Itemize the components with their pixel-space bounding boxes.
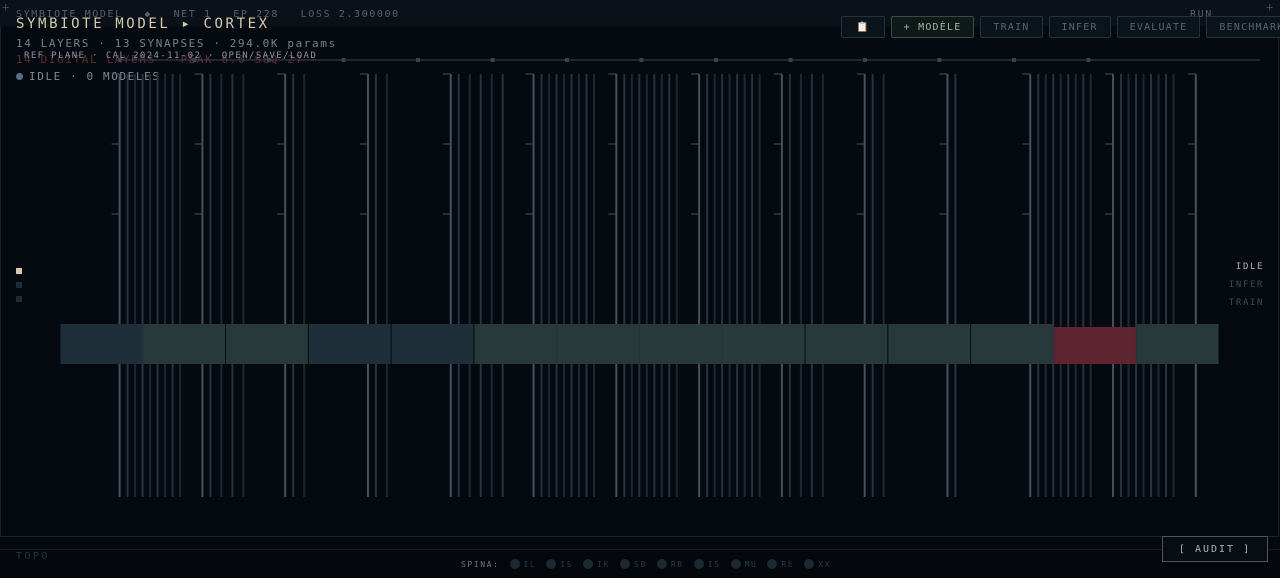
spine-segment-label: IS (707, 559, 721, 569)
spine-indicator: SPINA: IL IS IK SB RB IS MU RE XX (461, 559, 831, 569)
spine-segment-label: IK (597, 559, 611, 569)
axis-tick (416, 58, 420, 62)
axis-tick (192, 58, 197, 62)
spine-segment[interactable]: IL (509, 559, 537, 569)
axis-tick (341, 58, 346, 62)
audit-button[interactable]: [ AUDIT ] (1162, 536, 1268, 562)
mode-list: IDLE INFER TRAIN (1229, 262, 1264, 316)
layer-block (391, 324, 474, 364)
layer-block (60, 324, 143, 364)
axis-tick (490, 58, 495, 62)
spine-segment[interactable]: RB (656, 559, 684, 569)
axis-tick (788, 58, 793, 62)
spine-dot-icon (509, 559, 520, 569)
spine-segment[interactable]: RE (767, 559, 794, 569)
spine-dot-icon (620, 559, 631, 569)
axis-tick (565, 58, 569, 62)
layer-block (805, 324, 888, 364)
spine-segment-label: XX (818, 559, 832, 569)
spine-segment-label: MU (744, 559, 758, 569)
spine-segment-label: RB (670, 559, 684, 569)
axis-tick (1012, 58, 1016, 62)
side-markers (16, 268, 22, 310)
spine-segment-label: IL (523, 559, 537, 569)
axis-tick (118, 58, 122, 62)
layer-block (971, 324, 1053, 364)
layer-block (888, 324, 971, 364)
spine-segment[interactable]: MU (730, 559, 758, 569)
mode-train[interactable]: TRAIN (1229, 298, 1264, 316)
spine-dot-icon (767, 559, 778, 569)
layer-block (1053, 327, 1136, 364)
axis-tick (639, 58, 644, 62)
spine-dot-icon (546, 559, 557, 569)
spine-dot-icon (804, 559, 815, 569)
axis-tick (267, 58, 271, 62)
spine-segment-label: RE (781, 559, 795, 569)
spine-segment[interactable]: IS (693, 559, 721, 569)
marker-train[interactable] (16, 296, 22, 302)
marker-idle[interactable] (16, 268, 22, 274)
layer-block (1136, 324, 1219, 364)
mode-infer[interactable]: INFER (1229, 280, 1264, 298)
spine-dot-icon (730, 559, 741, 569)
layer-block (226, 324, 308, 364)
marker-infer[interactable] (16, 282, 22, 288)
axis-tick (937, 58, 942, 62)
spine-dot-icon (656, 559, 667, 569)
spine-segment[interactable]: IK (583, 559, 610, 569)
layer-block (557, 324, 639, 364)
spine-segment[interactable]: SB (620, 559, 647, 569)
layer-block (722, 324, 805, 364)
layer-block (143, 324, 226, 364)
layer-block (474, 324, 557, 364)
axis-tick (863, 58, 867, 62)
mode-idle[interactable]: IDLE (1229, 262, 1264, 280)
topology-label: TOPO (16, 551, 50, 562)
spine-dot-icon (693, 559, 704, 569)
spine-label: SPINA: (461, 559, 500, 569)
network-visualization (60, 58, 1260, 497)
spine-dot-icon (583, 559, 594, 569)
layer-block (308, 324, 391, 364)
spine-segment[interactable]: XX (804, 559, 831, 569)
spine-segment[interactable]: IS (546, 559, 573, 569)
spine-segment-label: SB (634, 559, 647, 569)
spine-segment-label: IS (560, 559, 574, 569)
layer-block (640, 324, 722, 364)
axis-tick (1086, 58, 1091, 62)
axis-tick (714, 58, 718, 62)
